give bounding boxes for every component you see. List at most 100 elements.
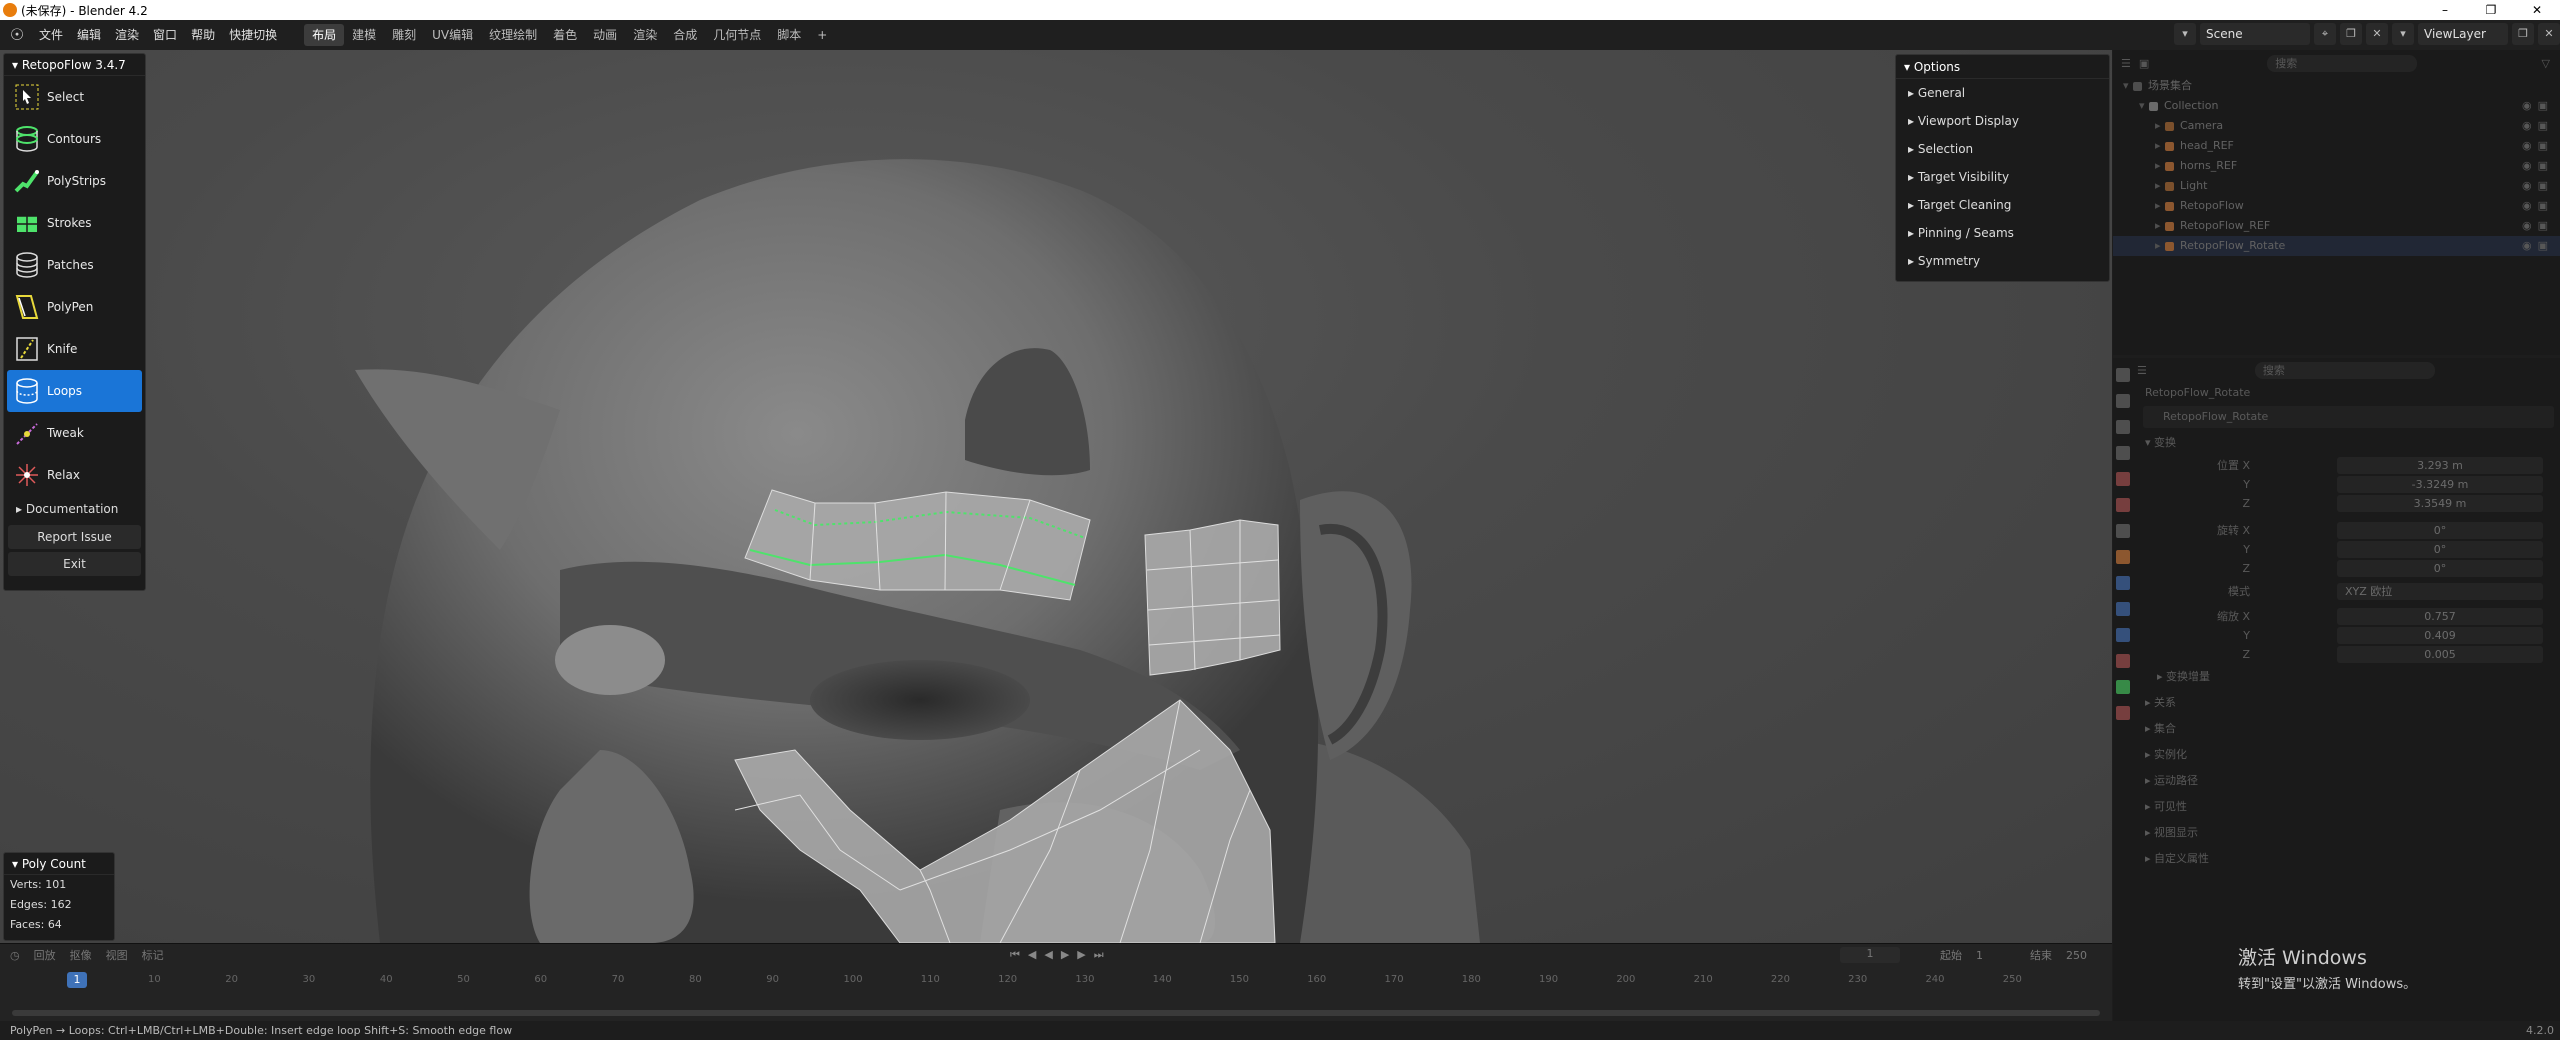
options-target-visibility[interactable]: ▸ Target Visibility: [1896, 163, 2109, 191]
blender-menu-icon[interactable]: ☉: [8, 26, 26, 44]
tab-geometry-nodes[interactable]: 几何节点: [705, 24, 769, 46]
menu-window[interactable]: 窗口: [146, 20, 184, 50]
timeline-scrollbar[interactable]: [12, 1010, 2100, 1016]
properties-editor-type-icon[interactable]: ☰: [2137, 364, 2147, 377]
visibility-icon[interactable]: ◉▣: [2522, 136, 2554, 156]
options-selection[interactable]: ▸ Selection: [1896, 135, 2109, 163]
data-tab-icon[interactable]: [2116, 680, 2130, 694]
object-tab-icon[interactable]: [2116, 550, 2130, 564]
scene-remove-icon[interactable]: ✕: [2366, 23, 2388, 45]
filter-icon[interactable]: ▽: [2542, 57, 2550, 70]
tab-modeling[interactable]: 建模: [344, 24, 384, 46]
view-layer-browse-icon[interactable]: ▾: [2392, 23, 2414, 45]
view-layer-tab-icon[interactable]: [2116, 446, 2130, 460]
properties-section[interactable]: ▸ 集合: [2137, 716, 2560, 742]
options-target-cleaning[interactable]: ▸ Target Cleaning: [1896, 191, 2109, 219]
outliner-row[interactable]: ▾ Collection ◉▣: [2113, 96, 2560, 116]
minimize-button[interactable]: –: [2422, 0, 2468, 20]
tool-polystrips[interactable]: PolyStrips: [7, 160, 142, 202]
tool-patches[interactable]: Patches: [7, 244, 142, 286]
add-workspace-button[interactable]: +: [809, 24, 835, 46]
expand-toggle-icon[interactable]: ▸: [2155, 136, 2165, 156]
properties-section[interactable]: ▸ 实例化: [2137, 742, 2560, 768]
timeline-editor-type-icon[interactable]: ◷: [10, 949, 20, 962]
transform-section-header[interactable]: ▾ 变换: [2137, 430, 2560, 456]
timeline-editor[interactable]: ◷ 回放 抠像 视图 标记 ⏮◀◀▶▶⏭ 1 起始 1 结束 250 10 20 3…: [0, 943, 2112, 1021]
options-title[interactable]: ▾ Options: [1896, 55, 2109, 79]
tool-knife[interactable]: Knife: [7, 328, 142, 370]
properties-section[interactable]: ▸ 关系: [2137, 690, 2560, 716]
tool-relax[interactable]: Relax: [7, 454, 142, 496]
tool-select[interactable]: Select: [7, 76, 142, 118]
rotation-z-row[interactable]: Z 0°: [2137, 559, 2560, 578]
outliner-display-mode-icon[interactable]: ▣: [2139, 57, 2149, 70]
object-name-field[interactable]: RetopoFlow_Rotate: [2143, 406, 2554, 428]
start-frame-field[interactable]: 起始 1: [1940, 947, 1983, 963]
timeline-menu-marker[interactable]: 标记: [142, 947, 164, 963]
tool-tab-icon[interactable]: [2116, 368, 2130, 382]
visibility-icon[interactable]: ◉▣: [2522, 156, 2554, 176]
delta-transform-section[interactable]: ▸ 变换增量: [2137, 664, 2560, 690]
outliner-row[interactable]: ▸ Light ◉▣: [2113, 176, 2560, 196]
menu-file[interactable]: 文件: [32, 20, 70, 50]
expand-toggle-icon[interactable]: ▸: [2155, 116, 2165, 136]
properties-section[interactable]: ▸ 视图显示: [2137, 820, 2560, 846]
visibility-icon[interactable]: ◉▣: [2522, 176, 2554, 196]
location-z-row[interactable]: Z 3.3549 m: [2137, 494, 2560, 513]
retopoflow-title[interactable]: ▾ RetopoFlow 3.4.7: [4, 54, 145, 76]
outliner-row[interactable]: ▸ RetopoFlow_Rotate ◉▣: [2113, 236, 2560, 256]
options-symmetry[interactable]: ▸ Symmetry: [1896, 247, 2109, 275]
menu-render[interactable]: 渲染: [108, 20, 146, 50]
outliner-row[interactable]: ▸ horns_REF ◉▣: [2113, 156, 2560, 176]
modifiers-tab-icon[interactable]: [2116, 576, 2130, 590]
options-general[interactable]: ▸ General: [1896, 79, 2109, 107]
scale-y-row[interactable]: Y 0.409: [2137, 626, 2560, 645]
timeline-menu-view[interactable]: 视图: [106, 947, 128, 963]
expand-toggle-icon[interactable]: ▸: [2155, 236, 2165, 256]
rotation-x-row[interactable]: 旋转 X 0°: [2137, 521, 2560, 540]
tool-tweak[interactable]: Tweak: [7, 412, 142, 454]
close-button[interactable]: ✕: [2514, 0, 2560, 20]
playback-controls-icon[interactable]: ⏮◀◀▶▶⏭: [1010, 948, 1112, 962]
current-frame-indicator[interactable]: 1: [67, 972, 87, 988]
expand-toggle-icon[interactable]: ▸: [2155, 176, 2165, 196]
view-layer-new-icon[interactable]: ❐: [2512, 23, 2534, 45]
scene-browse-icon[interactable]: ▾: [2174, 23, 2196, 45]
collection-tab-icon[interactable]: [2116, 524, 2130, 538]
properties-section[interactable]: ▸ 运动路径: [2137, 768, 2560, 794]
tool-strokes[interactable]: Strokes: [7, 202, 142, 244]
view-layer-remove-icon[interactable]: ✕: [2538, 23, 2560, 45]
physics-tab-icon[interactable]: [2116, 628, 2130, 642]
tab-compositing[interactable]: 合成: [665, 24, 705, 46]
menu-edit[interactable]: 编辑: [70, 20, 108, 50]
menu-quick-switch[interactable]: 快捷切换: [222, 20, 284, 50]
tab-uv-editing[interactable]: UV编辑: [424, 24, 481, 46]
documentation-toggle[interactable]: ▸ Documentation: [4, 496, 145, 522]
tool-contours[interactable]: Contours: [7, 118, 142, 160]
tab-layout[interactable]: 布局: [304, 24, 345, 46]
expand-toggle-icon[interactable]: ▸: [2155, 216, 2165, 236]
properties-section[interactable]: ▸ 可见性: [2137, 794, 2560, 820]
timeline-menu-playback[interactable]: 回放: [34, 947, 56, 963]
outliner-row[interactable]: ▸ RetopoFlow ◉▣: [2113, 196, 2560, 216]
location-x-row[interactable]: 位置 X 3.293 m: [2137, 456, 2560, 475]
expand-toggle-icon[interactable]: ▾: [2123, 76, 2133, 96]
scene-tab-icon[interactable]: [2116, 472, 2130, 486]
visibility-icon[interactable]: ◉▣: [2522, 216, 2554, 236]
outliner-row[interactable]: ▸ RetopoFlow_REF ◉▣: [2113, 216, 2560, 236]
scene-field[interactable]: Scene: [2200, 23, 2310, 45]
end-frame-field[interactable]: 结束 250: [2030, 947, 2087, 963]
outliner-editor-type-icon[interactable]: ☰: [2121, 57, 2131, 70]
expand-toggle-icon[interactable]: ▾: [2139, 96, 2149, 116]
tab-texture-paint[interactable]: 纹理绘制: [481, 24, 545, 46]
options-viewport-display[interactable]: ▸ Viewport Display: [1896, 107, 2109, 135]
expand-toggle-icon[interactable]: ▸: [2155, 196, 2165, 216]
timeline-ruler[interactable]: 10 20 30 40 50 60 70 80 90 100 110 120 130 140 150 160 1…: [0, 974, 2112, 990]
timeline-menu-keying[interactable]: 抠像: [70, 947, 92, 963]
scale-x-row[interactable]: 缩放 X 0.757: [2137, 607, 2560, 626]
render-tab-icon[interactable]: [2116, 394, 2130, 408]
tab-sculpting[interactable]: 雕刻: [384, 24, 424, 46]
expand-toggle-icon[interactable]: ▸: [2155, 156, 2165, 176]
tab-shading[interactable]: 着色: [545, 24, 585, 46]
tab-scripting[interactable]: 脚本: [769, 24, 809, 46]
